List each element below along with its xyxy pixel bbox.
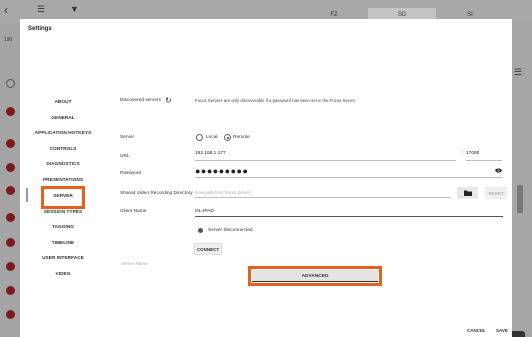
connect-button[interactable]: CONNECT <box>194 243 222 255</box>
discovered-servers-note: Focus Servers are only discoverable if a… <box>195 98 356 103</box>
background-dot <box>6 139 15 148</box>
settings-dialog: Settings ABOUT GENERAL APPLICATION HOTKE… <box>20 19 512 337</box>
folder-button[interactable] <box>457 187 478 199</box>
nav-item-presentations[interactable]: PRESENTATIONS <box>20 178 106 183</box>
password-underline <box>195 177 503 178</box>
save-button[interactable]: SAVE <box>496 328 508 333</box>
advanced-underline <box>252 281 378 282</box>
radio-local[interactable] <box>196 134 203 141</box>
dialog-title: Settings <box>28 26 52 32</box>
overflow-menu-icon[interactable]: ☰ <box>514 68 524 77</box>
nav-item-session-types[interactable]: SESSION TYPES <box>20 210 106 215</box>
client-name-underline <box>195 216 503 217</box>
port-underline <box>466 160 502 161</box>
password-field[interactable]: ●●●●●●●●● <box>195 167 248 176</box>
shared-directory-underline <box>195 197 451 198</box>
radio-remote-label[interactable]: Remote <box>233 135 250 140</box>
background-number: 190 <box>4 37 13 43</box>
nav-item-user-interface[interactable]: USER INTERFACE <box>20 256 106 261</box>
server-label: Server <box>120 135 135 140</box>
background-dot <box>6 310 15 319</box>
url-field[interactable]: 192.168.1.177 <box>195 151 226 156</box>
background-dot <box>6 262 15 271</box>
port-field[interactable]: 17000 <box>466 151 479 156</box>
nav-item-application-hotkeys[interactable]: APPLICATION HOTKEYS <box>20 131 106 136</box>
background-radio-icon <box>6 79 15 88</box>
background-dot <box>6 238 15 247</box>
nav-item-about[interactable]: ABOUT <box>20 100 106 105</box>
reset-button[interactable]: RESET <box>485 187 507 199</box>
background-dot <box>6 186 15 195</box>
port-separator: : <box>461 151 463 156</box>
refresh-icon[interactable]: ↻ <box>165 96 172 105</box>
nav-item-general[interactable]: GENERAL <box>20 116 106 121</box>
url-underline <box>195 160 456 161</box>
radio-local-label[interactable]: Local <box>206 135 217 140</box>
folder-icon <box>464 190 472 196</box>
nav-item-diagnostics[interactable]: DIAGNOSTICS <box>20 162 106 167</box>
background-dot <box>6 213 15 222</box>
filter-icon[interactable]: ▼ <box>70 5 79 14</box>
back-chevron-icon[interactable]: ‹ <box>4 4 8 16</box>
url-label: URL <box>120 154 130 159</box>
password-label: Password <box>120 171 142 176</box>
nav-item-controls[interactable]: CONTROLS <box>20 147 106 152</box>
nav-item-timeline[interactable]: TIMELINE <box>20 241 106 246</box>
background-scrollbar[interactable] <box>517 185 523 213</box>
discovered-servers-label: Discovered servers <box>120 98 162 103</box>
status-indicator-icon <box>198 228 203 233</box>
server-name-label: Server Name <box>121 261 148 266</box>
background-dot <box>6 163 15 172</box>
client-name-label: Client Name <box>120 209 147 214</box>
shared-directory-label: Shared Video Recording Directory <box>120 191 193 196</box>
server-status-text: Server Disconnected <box>208 228 253 233</box>
list-icon[interactable]: ☰ <box>37 5 45 14</box>
eye-icon[interactable] <box>495 168 502 173</box>
shared-directory-field[interactable]: (Use path from Focus Server) <box>195 190 252 195</box>
background-dot <box>6 107 15 116</box>
client-name-field[interactable]: OL-IPAD <box>195 209 214 214</box>
nav-item-video[interactable]: VIDEO <box>20 272 106 277</box>
cancel-button[interactable]: CANCEL <box>467 328 486 333</box>
nav-item-tagging[interactable]: TAGGING <box>20 225 106 230</box>
nav-server-highlight <box>41 186 85 209</box>
background-dot <box>6 286 15 295</box>
radio-remote[interactable] <box>224 134 231 141</box>
